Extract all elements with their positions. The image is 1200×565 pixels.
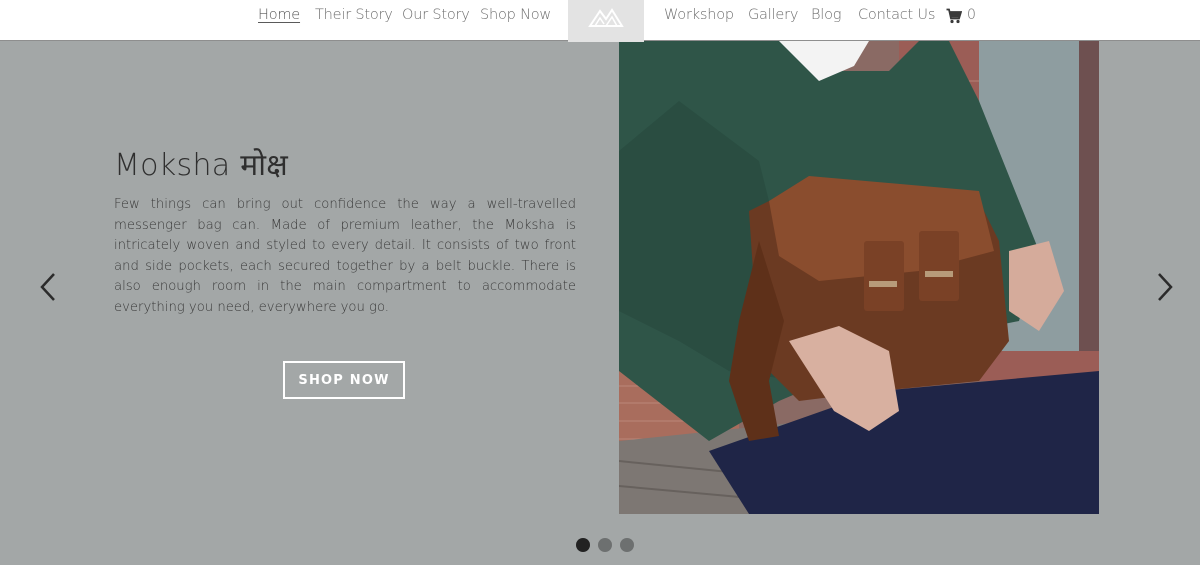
nav-blog[interactable]: Blog	[811, 7, 841, 23]
nav-workshop[interactable]: Workshop	[664, 7, 734, 23]
shop-now-button[interactable]: SHOP NOW	[283, 361, 405, 399]
nav-gallery[interactable]: Gallery	[748, 7, 798, 23]
chevron-right-icon[interactable]	[1155, 272, 1175, 306]
hero-product-image	[619, 41, 1099, 514]
chevron-left-icon[interactable]	[38, 272, 58, 306]
nav-their-story[interactable]: Their Story	[315, 7, 393, 23]
logo[interactable]	[568, 0, 644, 42]
cart-count[interactable]: 0	[967, 7, 976, 23]
shopping-cart-icon[interactable]	[946, 8, 963, 28]
nav-our-story[interactable]: Our Story	[402, 7, 470, 23]
carousel-dot-1[interactable]	[576, 538, 590, 552]
nav-home[interactable]: Home	[258, 7, 300, 23]
product-description: Few things can bring out confidence the …	[114, 197, 576, 315]
mountain-logo-icon	[588, 8, 624, 27]
nav-shop-now[interactable]: Shop Now	[480, 7, 551, 23]
product-title: Moksha मोक्ष	[114, 148, 289, 183]
carousel-indicators	[576, 538, 634, 552]
site-header: Home Their Story Our Story Shop Now Work…	[0, 0, 1200, 42]
nav-contact-us[interactable]: Contact Us	[858, 7, 935, 23]
carousel-dot-2[interactable]	[598, 538, 612, 552]
carousel-dot-3[interactable]	[620, 538, 634, 552]
